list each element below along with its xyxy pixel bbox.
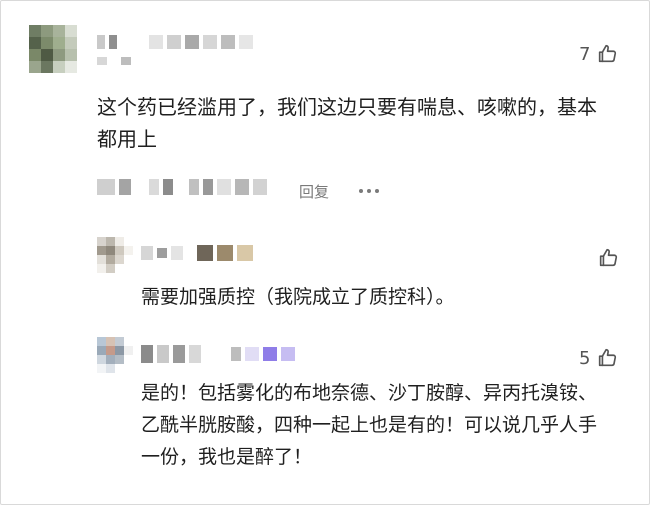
thumb-up-icon: [599, 248, 618, 267]
thumb-up-icon: [599, 44, 617, 63]
like-button[interactable]: [591, 247, 619, 269]
comment-text: 这个药已经滥用了，我们这边只要有喘息、咳嗽的，基本都用上: [97, 95, 597, 151]
like-button[interactable]: 7: [579, 43, 618, 65]
timestamp-blurred: [97, 179, 267, 195]
username-blurred[interactable]: [141, 345, 295, 363]
avatar[interactable]: [29, 25, 77, 73]
like-button[interactable]: 5: [579, 347, 618, 369]
more-dots-icon[interactable]: [359, 189, 379, 193]
avatar[interactable]: [97, 337, 133, 373]
username-blurred[interactable]: [141, 245, 253, 261]
reply-text: 是的！包括雾化的布地奈德、沙丁胺醇、异丙托溴铵、乙酰半胱胺酸，四种一起上也是有的…: [141, 382, 598, 468]
thumb-up-icon: [599, 348, 617, 367]
reply-button[interactable]: 回复: [299, 181, 329, 202]
comment-panel: 7 这个药已经滥用了，我们这边只要有喘息、咳嗽的，基本都用上 回复 需要加强质控…: [0, 0, 650, 505]
user-meta-blurred: [97, 57, 131, 65]
like-count: 5: [579, 347, 591, 369]
avatar[interactable]: [97, 237, 133, 273]
reply-text: 需要加强质控（我院成立了质控科）。: [141, 286, 455, 308]
like-count: 7: [579, 43, 591, 65]
username-blurred[interactable]: [97, 35, 253, 49]
